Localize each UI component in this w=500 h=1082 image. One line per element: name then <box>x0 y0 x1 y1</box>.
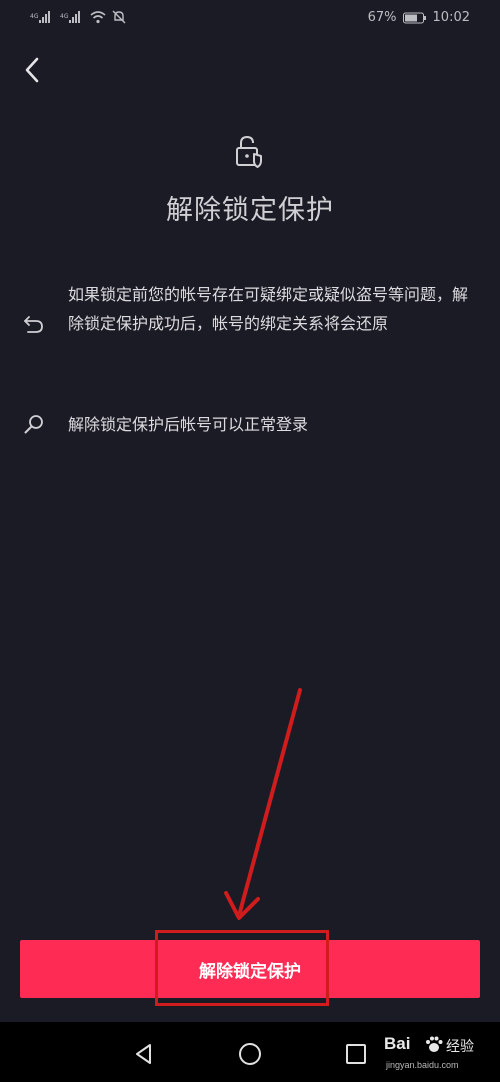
battery-icon <box>402 12 426 23</box>
svg-text:4G: 4G <box>30 13 39 20</box>
watermark-text: 经验 <box>446 1039 474 1055</box>
unlock-shield-icon <box>236 135 262 168</box>
circle-home-icon[interactable] <box>236 1040 264 1068</box>
status-icons-right: 67% 10:02 <box>368 10 470 25</box>
svg-text:4G: 4G <box>60 13 69 20</box>
square-recent-icon[interactable] <box>342 1040 370 1068</box>
triangle-back-icon[interactable] <box>130 1040 158 1068</box>
signal-icon: 4G <box>60 11 80 23</box>
paw-icon <box>426 1036 443 1052</box>
battery-percent: 67% <box>367 10 397 25</box>
chevron-left-icon <box>25 57 39 83</box>
page-title: 解除锁定保护 <box>166 195 334 226</box>
mute-icon <box>112 10 126 24</box>
status-icons-left: 4G 4G <box>30 10 126 24</box>
search-icon <box>24 415 43 434</box>
back-button[interactable] <box>14 52 50 88</box>
status-bar: 4G 4G 67% 10:02 <box>0 0 500 40</box>
watermark-brand: Bai <box>384 1034 411 1053</box>
unlock-protection-button[interactable]: 解除锁定保护 <box>20 940 480 998</box>
info-text: 解除锁定保护后帐号可以正常登录 <box>68 415 309 434</box>
undo-icon <box>24 316 43 333</box>
info-item-restore-binding: 如果锁定前您的帐号存在可疑绑定或疑似盗号等问题，解除锁定保护成功后，帐号的绑定关… <box>20 280 480 370</box>
baidu-watermark: Bai 经验 jingyan.baidu.com <box>384 1032 496 1078</box>
info-text: 如果锁定前您的帐号存在可疑绑定或疑似盗号等问题，解除锁定保护成功后，帐号的绑定关… <box>68 285 469 333</box>
signal-icon: 4G <box>30 11 50 23</box>
info-item-normal-login: 解除锁定保护后帐号可以正常登录 <box>20 410 480 440</box>
clock: 10:02 <box>432 10 470 25</box>
wifi-icon <box>90 11 106 24</box>
watermark-url: jingyan.baidu.com <box>386 1060 459 1070</box>
